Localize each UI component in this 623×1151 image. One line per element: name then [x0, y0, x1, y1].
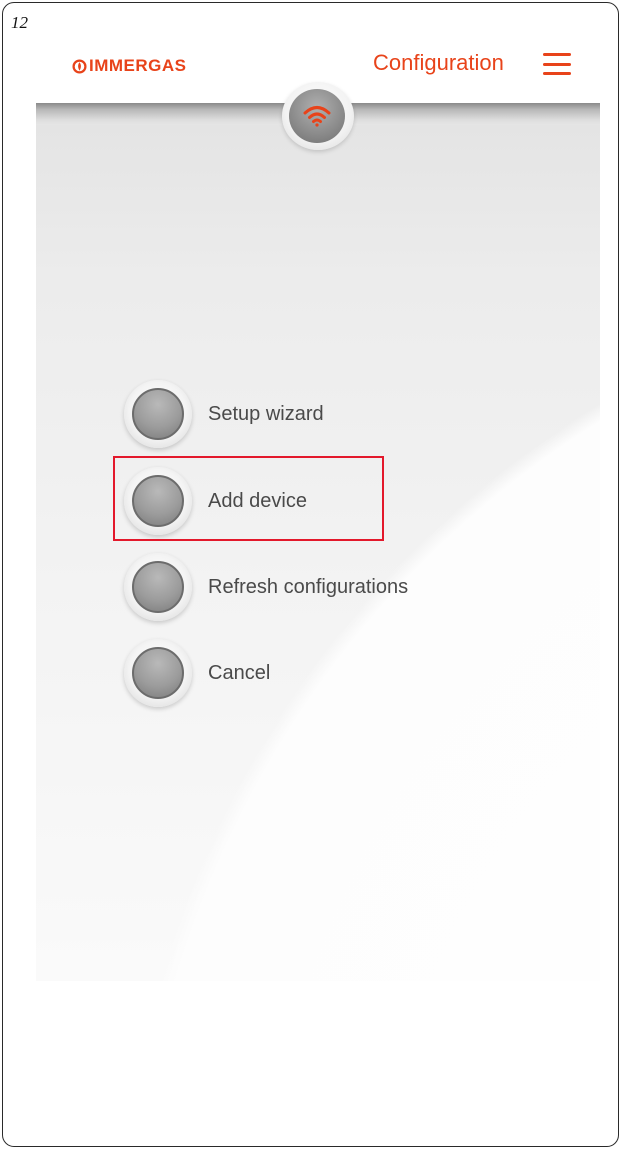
hamburger-menu-icon[interactable] [543, 53, 571, 75]
refresh-configurations-button[interactable] [124, 553, 192, 621]
option-refresh-configurations[interactable]: Refresh configurations [124, 551, 408, 623]
option-label: Cancel [208, 661, 271, 684]
cancel-button[interactable] [124, 639, 192, 707]
page-title: Configuration [373, 50, 504, 75]
wifi-badge [282, 82, 354, 150]
options-panel [36, 103, 600, 981]
option-label: Add device [208, 489, 307, 512]
option-cancel[interactable]: Cancel [124, 637, 270, 709]
panel-background [36, 103, 600, 981]
logo-text: IMMERGAS [89, 56, 187, 75]
option-add-device[interactable]: Add device [124, 465, 307, 537]
immergas-logo-mark-icon [72, 58, 87, 74]
wifi-icon [303, 106, 331, 127]
option-label: Setup wizard [208, 402, 324, 425]
option-setup-wizard[interactable]: Setup wizard [124, 378, 324, 450]
setup-wizard-button[interactable] [124, 380, 192, 448]
option-label: Refresh configurations [208, 575, 409, 598]
add-device-button[interactable] [124, 467, 192, 535]
page-number: 12 [11, 13, 28, 32]
immergas-logo: IMMERGAS [72, 56, 187, 76]
